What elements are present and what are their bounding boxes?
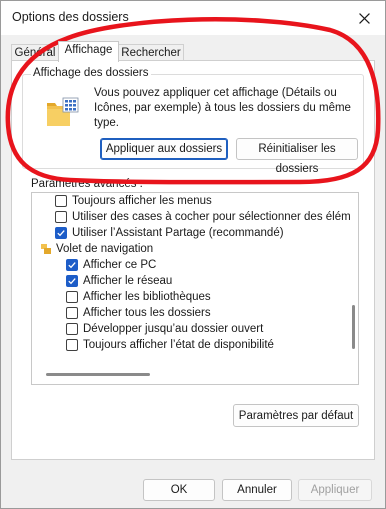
setting-label: Toujours afficher les menus	[72, 195, 212, 207]
setting-label: Afficher tous les dossiers	[83, 307, 211, 319]
setting-show-libraries[interactable]: Afficher les bibliothèques	[32, 289, 350, 305]
checkbox[interactable]	[66, 323, 78, 335]
setting-show-availability[interactable]: Toujours afficher l’état de disponibilit…	[32, 337, 350, 353]
checkbox[interactable]	[55, 195, 67, 207]
setting-group-label: Volet de navigation	[56, 243, 154, 255]
tab-rechercher[interactable]: Rechercher	[118, 44, 184, 61]
close-icon	[358, 12, 370, 24]
setting-show-all-folders[interactable]: Afficher tous les dossiers	[32, 305, 350, 321]
advanced-settings-label: Paramètres avancés :	[31, 178, 143, 190]
setting-expand-to-open-folder[interactable]: Développer jusqu’au dossier ouvert	[32, 321, 350, 337]
vertical-scrollbar[interactable]	[349, 193, 358, 363]
tab-general[interactable]: Général	[11, 44, 59, 61]
checkbox[interactable]	[66, 339, 78, 351]
folder-view-title: Affichage des dossiers	[31, 67, 151, 79]
horizontal-scroll-thumb[interactable]	[46, 373, 150, 376]
ok-button[interactable]: OK	[143, 479, 215, 501]
setting-label: Afficher les bibliothèques	[83, 291, 211, 303]
checkmark-icon	[57, 230, 65, 237]
vertical-scroll-thumb[interactable]	[352, 305, 355, 349]
reset-folders-button[interactable]: Réinitialiser les dossiers	[236, 138, 358, 175]
apply-to-folders-button[interactable]: Appliquer aux dossiers	[100, 138, 228, 160]
title-bar: Options des dossiers	[1, 1, 385, 35]
setting-sharing-wizard[interactable]: Utiliser l’Assistant Partage (recommandé…	[32, 225, 350, 241]
setting-label: Utiliser des cases à cocher pour sélecti…	[72, 211, 350, 223]
setting-always-show-menus[interactable]: Toujours afficher les menus	[32, 193, 350, 209]
folder-view-description: Vous pouvez appliquer cet affichage (Dét…	[94, 87, 351, 129]
cancel-button[interactable]: Annuler	[222, 479, 292, 501]
setting-use-check-boxes[interactable]: Utiliser des cases à cocher pour sélecti…	[32, 209, 350, 225]
folder-options-window: Options des dossiers Général Affichage R…	[0, 0, 386, 509]
navigation-pane-icon	[41, 244, 51, 254]
checkbox-checked[interactable]	[66, 275, 78, 287]
apply-button[interactable]: Appliquer	[298, 479, 372, 501]
checkbox-checked[interactable]	[66, 259, 78, 271]
setting-label: Développer jusqu’au dossier ouvert	[83, 323, 264, 335]
window-title: Options des dossiers	[12, 10, 129, 24]
folder-view-group: Affichage des dossiers Vous pouvez appli…	[22, 67, 364, 175]
setting-label: Afficher ce PC	[83, 259, 157, 271]
checkbox-checked[interactable]	[55, 227, 67, 239]
setting-show-network[interactable]: Afficher le réseau	[32, 273, 350, 289]
setting-label: Toujours afficher l’état de disponibilit…	[83, 339, 274, 351]
restore-defaults-button[interactable]: Paramètres par défaut	[233, 404, 359, 427]
setting-label: Utiliser l’Assistant Partage (recommandé…	[72, 227, 284, 239]
folder-view-icon	[47, 97, 79, 126]
tab-affichage[interactable]: Affichage	[58, 41, 119, 62]
checkbox[interactable]	[66, 307, 78, 319]
close-button[interactable]	[349, 5, 379, 31]
setting-show-this-pc[interactable]: Afficher ce PC	[32, 257, 350, 273]
advanced-settings-rows: Toujours afficher les menus Utiliser des…	[32, 193, 350, 363]
checkmark-icon	[68, 278, 76, 285]
checkbox[interactable]	[66, 291, 78, 303]
setting-group-navigation-pane: Volet de navigation	[32, 241, 350, 257]
advanced-settings-tree[interactable]: Toujours afficher les menus Utiliser des…	[31, 192, 359, 385]
setting-label: Afficher le réseau	[83, 275, 173, 287]
checkmark-icon	[68, 262, 76, 269]
checkbox[interactable]	[55, 211, 67, 223]
horizontal-scrollbar[interactable]	[32, 363, 350, 384]
tab-panel-affichage: Affichage des dossiers Vous pouvez appli…	[11, 60, 375, 460]
